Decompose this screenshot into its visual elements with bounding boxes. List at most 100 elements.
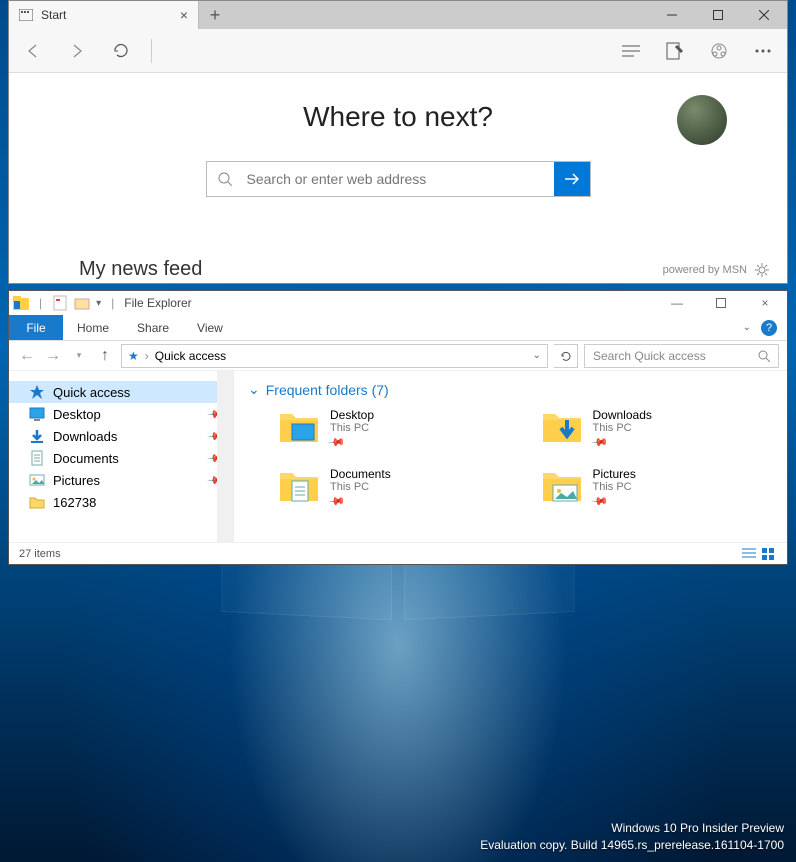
edge-titlebar: Start × +	[9, 1, 787, 29]
address-bar-row: ← → ▾ ↑ ★ › Quick access ⌄ Search Quick …	[9, 341, 787, 371]
desktop-watermark: Windows 10 Pro Insider Preview Evaluatio…	[480, 820, 784, 854]
folder-item-documents[interactable]: DocumentsThis PC📌	[278, 467, 511, 508]
hero-title: Where to next?	[9, 101, 787, 133]
address-search-box	[206, 161, 591, 197]
folder-icon	[541, 467, 583, 503]
folder-item-downloads[interactable]: DownloadsThis PC📌	[541, 408, 774, 449]
nav-item-label: Downloads	[53, 429, 117, 444]
search-placeholder: Search Quick access	[593, 349, 706, 363]
picture-icon	[29, 472, 45, 488]
address-dropdown-icon[interactable]: ⌄	[533, 350, 541, 361]
nav-item-documents[interactable]: Documents📌	[9, 447, 233, 469]
ribbon-tab-home[interactable]: Home	[63, 315, 123, 340]
ribbon-tab-view[interactable]: View	[183, 315, 237, 340]
nav-item-label: 162738	[53, 495, 96, 510]
explorer-maximize-button[interactable]	[699, 296, 743, 310]
close-tab-icon[interactable]: ×	[180, 7, 188, 23]
reading-list-icon[interactable]	[617, 37, 645, 65]
folder-item-pictures[interactable]: PicturesThis PC📌	[541, 467, 774, 508]
status-bar: 27 items	[9, 542, 787, 564]
folder-name: Downloads	[593, 408, 652, 422]
pin-icon: 📌	[590, 433, 609, 452]
nav-back-button[interactable]: ←	[17, 347, 37, 365]
quick-access-star-icon: ★	[128, 349, 139, 363]
refresh-button[interactable]	[107, 37, 135, 65]
download-icon	[29, 428, 45, 444]
edge-browser-window: Start × + Where to next? My news feed	[8, 0, 788, 284]
ribbon-expand-icon[interactable]: ⌄	[743, 322, 751, 333]
powered-by-label: powered by MSN	[663, 264, 747, 276]
desktop-icon	[29, 406, 45, 422]
pin-icon: 📌	[327, 492, 346, 511]
folder-item-desktop[interactable]: DesktopThis PC📌	[278, 408, 511, 449]
folder-location: This PC	[593, 422, 652, 434]
nav-item-downloads[interactable]: Downloads📌	[9, 425, 233, 447]
browser-tab-start[interactable]: Start ×	[9, 1, 199, 29]
nav-scrollbar[interactable]	[217, 371, 233, 542]
help-icon[interactable]: ?	[761, 320, 777, 336]
properties-icon[interactable]	[52, 295, 68, 311]
file-explorer-window: | ▾ | File Explorer — × File Home Share …	[8, 290, 788, 565]
user-avatar[interactable]	[677, 95, 727, 145]
folder-name: Pictures	[593, 467, 636, 481]
new-folder-quick-icon[interactable]	[74, 295, 90, 311]
folder-icon	[278, 467, 320, 503]
ribbon-tab-share[interactable]: Share	[123, 315, 183, 340]
news-feed-header: My news feed powered by MSN	[9, 258, 787, 283]
start-tab-icon	[19, 9, 33, 21]
star-icon	[29, 384, 45, 400]
address-refresh-button[interactable]	[554, 344, 578, 368]
new-tab-button[interactable]: +	[199, 1, 231, 29]
icons-view-icon[interactable]	[761, 547, 777, 561]
web-note-icon[interactable]	[661, 37, 689, 65]
folder-name: Desktop	[330, 408, 374, 422]
folder-name: Documents	[330, 467, 391, 481]
forward-button[interactable]	[63, 37, 91, 65]
explorer-titlebar[interactable]: | ▾ | File Explorer — ×	[9, 291, 787, 315]
close-window-button[interactable]	[741, 1, 787, 29]
maximize-button[interactable]	[695, 1, 741, 29]
edge-toolbar	[9, 29, 787, 73]
item-count: 27 items	[19, 548, 61, 560]
nav-forward-button[interactable]: →	[43, 347, 63, 365]
nav-item-162738[interactable]: 162738	[9, 491, 233, 513]
minimize-button[interactable]	[649, 1, 695, 29]
pin-icon: 📌	[327, 433, 346, 452]
explorer-search-box[interactable]: Search Quick access	[584, 344, 779, 368]
chevron-down-icon: ⌄	[248, 381, 260, 398]
file-menu[interactable]: File	[9, 315, 63, 340]
folder-location: This PC	[330, 481, 391, 493]
nav-item-label: Documents	[53, 451, 119, 466]
nav-item-quick-access[interactable]: Quick access	[9, 381, 233, 403]
go-button[interactable]	[554, 162, 590, 196]
tab-title: Start	[41, 8, 66, 22]
back-button[interactable]	[19, 37, 47, 65]
search-input[interactable]	[243, 162, 554, 196]
folder-location: This PC	[330, 422, 374, 434]
explorer-title: File Explorer	[124, 296, 191, 310]
folder-location: This PC	[593, 481, 636, 493]
breadcrumb[interactable]: Quick access	[155, 349, 226, 363]
nav-item-desktop[interactable]: Desktop📌	[9, 403, 233, 425]
toolbar-separator	[151, 39, 152, 63]
ribbon: File Home Share View ⌄ ?	[9, 315, 787, 341]
nav-item-label: Pictures	[53, 473, 100, 488]
pin-icon: 📌	[590, 492, 609, 511]
address-bar[interactable]: ★ › Quick access ⌄	[121, 344, 548, 368]
folder-content-pane: ⌄ Frequent folders (7) DesktopThis PC📌Do…	[234, 371, 787, 542]
feed-label: My news feed	[79, 258, 202, 281]
nav-up-button[interactable]: ↑	[95, 347, 115, 365]
frequent-folders-header[interactable]: ⌄ Frequent folders (7)	[248, 381, 773, 398]
edge-content: Where to next? My news feed powered by M…	[9, 73, 787, 283]
folder-icon	[541, 408, 583, 444]
details-view-icon[interactable]	[741, 547, 757, 561]
share-icon[interactable]	[705, 37, 733, 65]
settings-gear-icon[interactable]	[755, 263, 769, 277]
explorer-close-button[interactable]: ×	[743, 296, 787, 310]
more-icon[interactable]	[749, 37, 777, 65]
explorer-minimize-button[interactable]: —	[655, 296, 699, 310]
qat-dropdown-icon[interactable]: ▾	[96, 298, 101, 309]
folder-icon	[278, 408, 320, 444]
nav-item-pictures[interactable]: Pictures📌	[9, 469, 233, 491]
nav-recent-dropdown[interactable]: ▾	[69, 350, 89, 361]
